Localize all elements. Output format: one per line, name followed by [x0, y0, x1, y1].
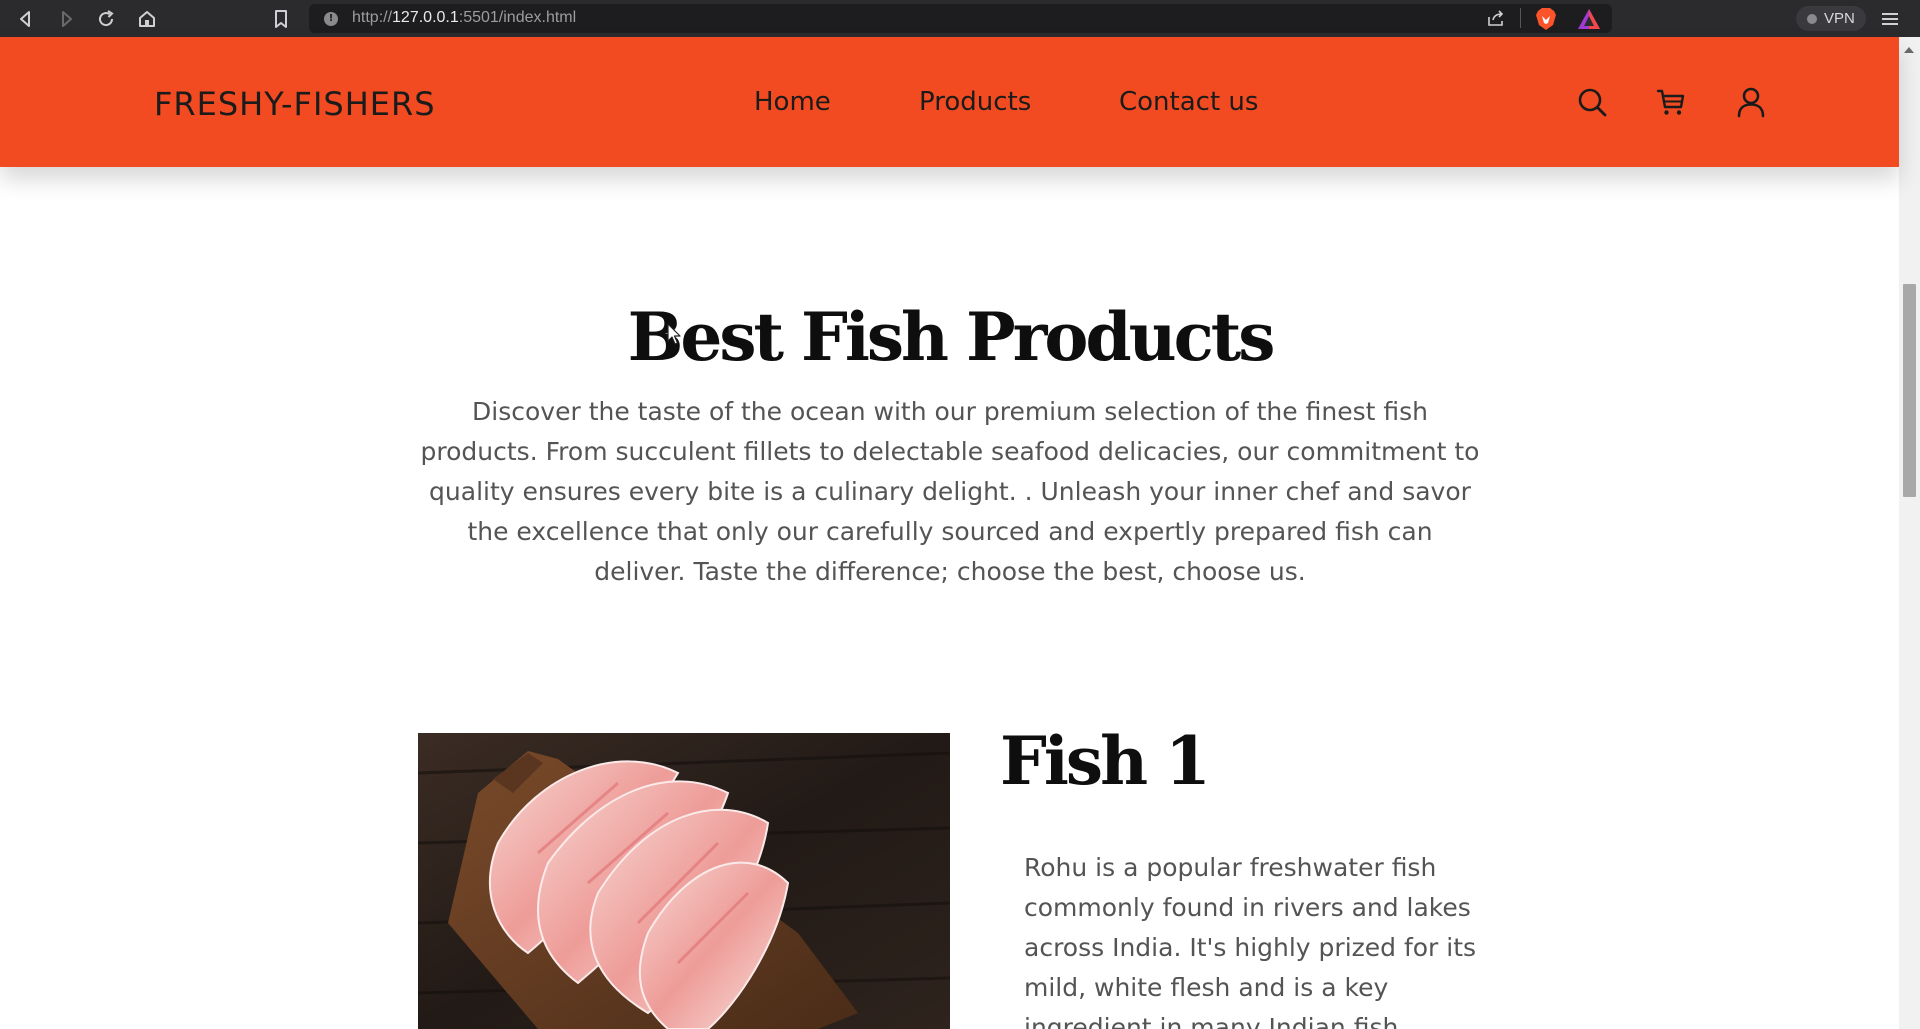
user-icon[interactable]: [1734, 85, 1768, 119]
mouse-cursor-icon: [667, 323, 683, 347]
url-scheme: http://: [352, 9, 393, 26]
url-path: :5501/index.html: [458, 9, 577, 26]
product-title: Fish 1: [1000, 722, 1211, 800]
toolbar-divider: [1520, 8, 1521, 28]
nav-products[interactable]: Products: [919, 87, 1031, 117]
fish-fillet-image: [418, 733, 950, 1029]
site-info-icon[interactable]: !: [324, 12, 338, 26]
nav-home[interactable]: Home: [754, 87, 831, 117]
cart-icon[interactable]: [1654, 85, 1688, 119]
reload-icon[interactable]: [94, 7, 118, 31]
vpn-button[interactable]: VPN: [1796, 6, 1866, 31]
nav-contact[interactable]: Contact us: [1119, 87, 1258, 117]
home-icon[interactable]: [135, 7, 159, 31]
brave-rewards-icon[interactable]: [1577, 8, 1601, 30]
browser-menu-icon[interactable]: [1880, 9, 1900, 29]
url-text[interactable]: http://127.0.0.1:5501/index.html: [352, 9, 576, 27]
browser-toolbar: ! http://127.0.0.1:5501/index.html VPN: [0, 0, 1920, 37]
forward-icon[interactable]: [54, 7, 78, 31]
url-host: 127.0.0.1: [392, 9, 459, 26]
search-icon[interactable]: [1575, 85, 1609, 119]
scroll-up-icon[interactable]: [1904, 47, 1914, 53]
product-description: Rohu is a popular freshwater fish common…: [1024, 853, 1477, 1029]
vpn-status-icon: [1807, 14, 1817, 24]
vpn-label: VPN: [1824, 10, 1855, 27]
section-title: Best Fish Products: [627, 298, 1276, 376]
site-logo[interactable]: FRESHY-FISHERS: [154, 85, 436, 123]
site-header: FRESHY-FISHERS Home Products Contact us: [0, 37, 1899, 167]
back-icon[interactable]: [14, 7, 38, 31]
bookmark-icon[interactable]: [269, 7, 293, 31]
brave-shields-icon[interactable]: [1535, 7, 1557, 31]
section-description: Discover the taste of the ocean with our…: [420, 397, 1480, 586]
share-icon[interactable]: [1486, 8, 1506, 28]
address-bar[interactable]: ! http://127.0.0.1:5501/index.html: [309, 4, 1612, 33]
page-scrollbar[interactable]: [1899, 37, 1920, 1029]
scrollbar-thumb[interactable]: [1903, 284, 1916, 497]
